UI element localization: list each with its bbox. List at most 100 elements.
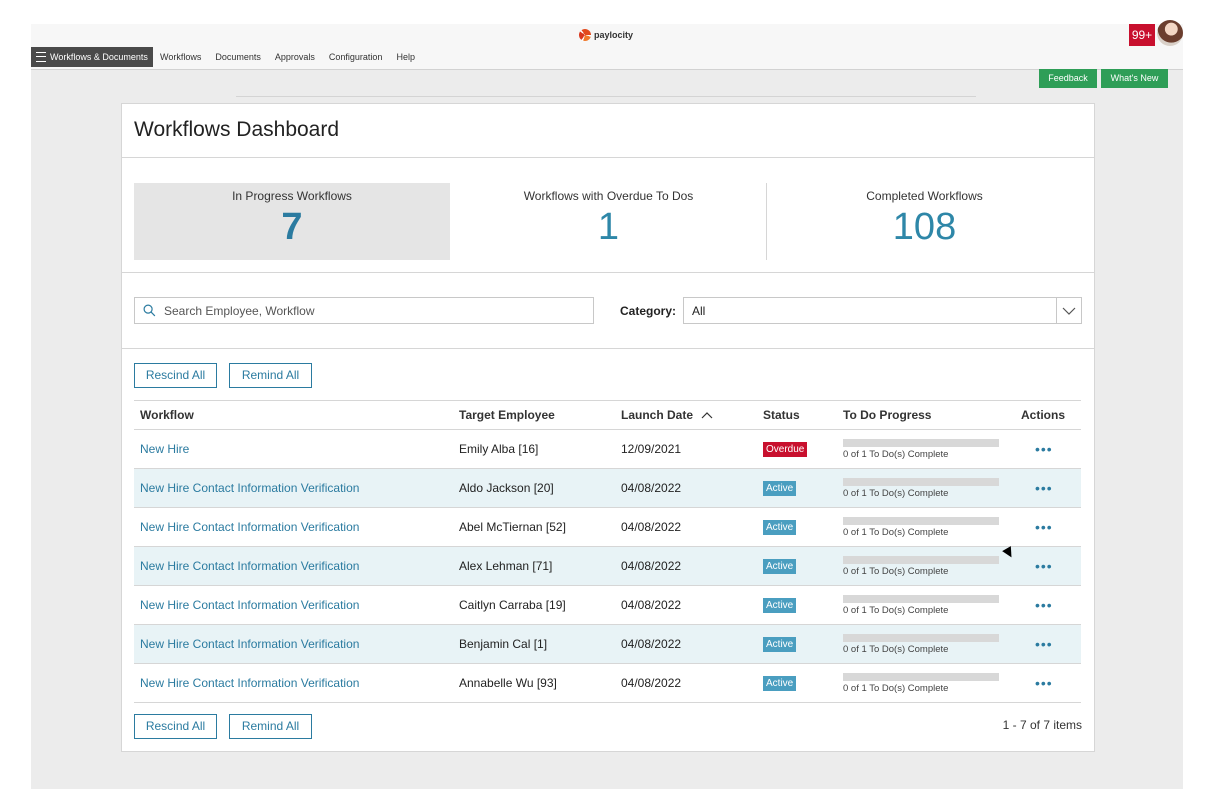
category-label: Category: (620, 304, 677, 318)
workflow-link[interactable]: New Hire Contact Information Verificatio… (140, 676, 359, 690)
more-actions-icon[interactable]: ••• (1021, 636, 1053, 652)
progress-cell: 0 of 1 To Do(s) Complete (837, 507, 1015, 547)
progress-text: 0 of 1 To Do(s) Complete (843, 487, 949, 499)
actions-cell: ••• (1015, 585, 1081, 625)
column-header-workflow[interactable]: Workflow (134, 400, 453, 430)
category-select[interactable]: All (683, 297, 1082, 324)
progress-cell: 0 of 1 To Do(s) Complete (837, 624, 1015, 664)
paylocity-logo-icon (579, 29, 591, 41)
progress-cell: 0 of 1 To Do(s) Complete (837, 585, 1015, 625)
status-cell: Active (757, 546, 837, 586)
workflow-cell: New Hire (134, 429, 453, 469)
progress-cell: 0 of 1 To Do(s) Complete (837, 429, 1015, 469)
category-value: All (692, 304, 706, 318)
more-actions-icon[interactable]: ••• (1021, 675, 1053, 691)
table-row[interactable]: New Hire Contact Information Verificatio… (134, 546, 1081, 586)
more-actions-icon[interactable]: ••• (1021, 597, 1053, 613)
workflow-cell: New Hire Contact Information Verificatio… (134, 585, 453, 625)
table-row[interactable]: New Hire Contact Information Verificatio… (134, 507, 1081, 547)
workflow-link[interactable]: New Hire Contact Information Verificatio… (140, 520, 359, 534)
column-header-launch-date[interactable]: Launch Date (615, 400, 757, 430)
more-actions-icon[interactable]: ••• (1021, 480, 1053, 496)
workflow-link[interactable]: New Hire Contact Information Verificatio… (140, 559, 359, 573)
workflows-dashboard-card: Workflows Dashboard In Progress Workflow… (121, 103, 1095, 752)
target-employee-cell: Alex Lehman [71] (453, 546, 615, 586)
progress-text: 0 of 1 To Do(s) Complete (843, 682, 949, 694)
column-header-actions: Actions (1015, 400, 1081, 430)
top-bar: paylocity 99+ (31, 20, 1183, 46)
table-row[interactable]: New Hire Contact Information Verificatio… (134, 624, 1081, 664)
workflow-link[interactable]: New Hire Contact Information Verificatio… (140, 598, 359, 612)
workflow-link[interactable]: New Hire (140, 442, 189, 456)
nav-link-approvals[interactable]: Approvals (275, 52, 315, 62)
chevron-down-icon[interactable] (1056, 298, 1081, 323)
progress-text: 0 of 1 To Do(s) Complete (843, 448, 949, 460)
table-row[interactable]: New Hire Contact Information Verificatio… (134, 468, 1081, 508)
table-row[interactable]: New Hire Contact Information Verificatio… (134, 585, 1081, 625)
progress-text: 0 of 1 To Do(s) Complete (843, 565, 949, 577)
nav-link-documents[interactable]: Documents (215, 52, 261, 62)
status-cell: Active (757, 507, 837, 547)
stat-in-progress[interactable]: In Progress Workflows 7 (134, 183, 450, 260)
status-cell: Active (757, 624, 837, 664)
nav-link-configuration[interactable]: Configuration (329, 52, 383, 62)
remind-all-button-bottom[interactable]: Remind All (229, 714, 312, 739)
more-actions-icon[interactable]: ••• (1021, 558, 1053, 574)
rescind-all-button[interactable]: Rescind All (134, 363, 217, 388)
table-row[interactable]: New Hire Emily Alba [16] 12/09/2021 Overdue… (134, 429, 1081, 469)
progress-bar (843, 477, 999, 486)
search-input[interactable] (162, 302, 586, 319)
progress-cell: 0 of 1 To Do(s) Complete (837, 663, 1015, 703)
more-actions-icon[interactable]: ••• (1021, 441, 1053, 457)
target-employee-cell: Emily Alba [16] (453, 429, 615, 469)
nav-link-workflows[interactable]: Workflows (160, 52, 201, 62)
divider (122, 272, 1094, 273)
target-employee-cell: Benjamin Cal [1] (453, 624, 615, 664)
actions-cell: ••• (1015, 624, 1081, 664)
column-header-todo-progress[interactable]: To Do Progress (837, 400, 1015, 430)
table-row[interactable]: New Hire Contact Information Verificatio… (134, 663, 1081, 703)
main-nav: Workflows & Documents Workflows Document… (31, 46, 1183, 70)
progress-cell: 0 of 1 To Do(s) Complete (837, 468, 1015, 508)
actions-cell: ••• (1015, 429, 1081, 469)
whats-new-button[interactable]: What's New (1101, 69, 1168, 88)
feedback-button[interactable]: Feedback (1039, 69, 1097, 88)
launch-date-header-label: Launch Date (621, 408, 694, 422)
progress-bar (843, 555, 999, 564)
launch-date-cell: 04/08/2022 (615, 663, 757, 703)
status-badge: Active (763, 559, 797, 574)
more-actions-icon[interactable]: ••• (1021, 519, 1053, 535)
status-cell: Active (757, 468, 837, 508)
module-menu-button[interactable]: Workflows & Documents (31, 47, 153, 67)
sort-ascending-icon (701, 412, 713, 419)
stat-overdue[interactable]: Workflows with Overdue To Dos 1 (451, 183, 766, 260)
rescind-all-button-bottom[interactable]: Rescind All (134, 714, 217, 739)
paylocity-logo: paylocity (579, 28, 633, 42)
nav-link-help[interactable]: Help (396, 52, 415, 62)
status-badge: Active (763, 637, 797, 652)
target-employee-cell: Abel McTiernan [52] (453, 507, 615, 547)
module-menu-label: Workflows & Documents (50, 52, 148, 62)
stat-label: In Progress Workflows (232, 189, 352, 203)
notification-badge[interactable]: 99+ (1129, 24, 1155, 46)
workflow-link[interactable]: New Hire Contact Information Verificatio… (140, 481, 359, 495)
stat-completed[interactable]: Completed Workflows 108 (767, 183, 1082, 260)
search-box[interactable] (134, 297, 594, 324)
actions-cell: ••• (1015, 468, 1081, 508)
remind-all-button[interactable]: Remind All (229, 363, 312, 388)
launch-date-cell: 04/08/2022 (615, 468, 757, 508)
column-header-target-employee[interactable]: Target Employee (453, 400, 615, 430)
status-badge: Overdue (763, 442, 808, 457)
target-employee-cell: Annabelle Wu [93] (453, 663, 615, 703)
actions-cell: ••• (1015, 546, 1081, 586)
page-title: Workflows Dashboard (134, 118, 340, 141)
status-badge: Active (763, 676, 797, 691)
progress-bar (843, 438, 999, 447)
workflow-link[interactable]: New Hire Contact Information Verificatio… (140, 637, 359, 651)
status-badge: Active (763, 598, 797, 613)
column-header-status[interactable]: Status (757, 400, 837, 430)
table-header-row: Workflow Target Employee Launch Date Sta… (134, 400, 1081, 430)
avatar[interactable] (1157, 20, 1183, 46)
target-employee-cell: Caitlyn Carraba [19] (453, 585, 615, 625)
actions-cell: ••• (1015, 663, 1081, 703)
